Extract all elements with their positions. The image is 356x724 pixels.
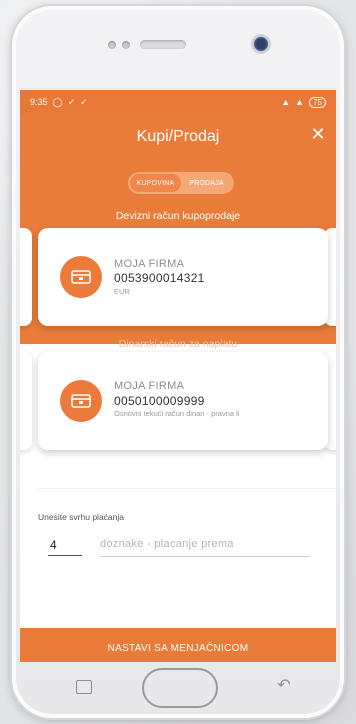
purpose-section [38,488,336,629]
home-button[interactable] [142,668,218,708]
prev-card-peek[interactable] [20,228,32,326]
signal-check-icon: ✓ [67,96,76,107]
back-icon[interactable]: ↶ [272,676,296,696]
account-currency: EUR [114,287,130,296]
status-time: 9:35 [30,97,48,107]
toggle-sell[interactable]: PRODAJA [181,174,232,192]
purpose-code-input[interactable]: 4 [48,538,82,556]
toggle-buy[interactable]: KUPOVINA [130,174,181,192]
wallet-icon [60,380,102,422]
signal-icon: ▲ [281,97,291,107]
purpose-input[interactable]: doznake - placanje prema [100,538,310,557]
light-sensor [122,41,130,49]
battery-indicator: 75 [309,96,326,108]
continue-exchange-button[interactable]: NASTAVI SA MENJAČNICOM [20,628,336,662]
page-title: Kupi/Prodaj [136,128,220,145]
proximity-sensor [108,41,116,49]
target-account-label: Dinarski račun za naplatu [118,338,238,350]
buy-sell-toggle[interactable]: KUPOVINA PRODAJA [128,172,234,194]
phone-nav-bar: ↶ [20,662,336,718]
source-account-card[interactable]: MOJA FIRMA 0053900014321 EUR [38,228,328,326]
account-name: MOJA FIRMA [114,258,185,270]
account-number: 0053900014321 [114,271,205,285]
wallet-icon [60,256,102,298]
shield-icon: ◯ [52,96,63,107]
account-name: MOJA FIRMA [114,380,185,392]
target-account-card[interactable]: MOJA FIRMA 0050100009999 Osnovni tekući … [38,352,328,450]
prev-card-peek[interactable] [20,352,32,450]
status-bar: 9:35 ◯ ✓ ✓ ▲ ▲ 75 [20,90,336,114]
account-description: Osnovni tekući račun dinari - pravna li [114,409,240,418]
app-screen: 9:35 ◯ ✓ ✓ ▲ ▲ 75 Kupi/Prodaj ✕ KUPOVINA… [20,90,336,662]
account-number: 0050100009999 [114,394,205,408]
purpose-label: Unesite svrhu plaćanja [38,512,124,522]
signal-icon: ▲ [295,97,305,107]
front-camera [254,37,268,51]
source-account-label: Devizni račun kupoprodaje [115,210,241,222]
signal-check-icon: ✓ [80,96,88,107]
earpiece [140,40,186,49]
close-icon[interactable]: ✕ [308,124,328,144]
recent-apps-icon[interactable] [76,680,92,694]
